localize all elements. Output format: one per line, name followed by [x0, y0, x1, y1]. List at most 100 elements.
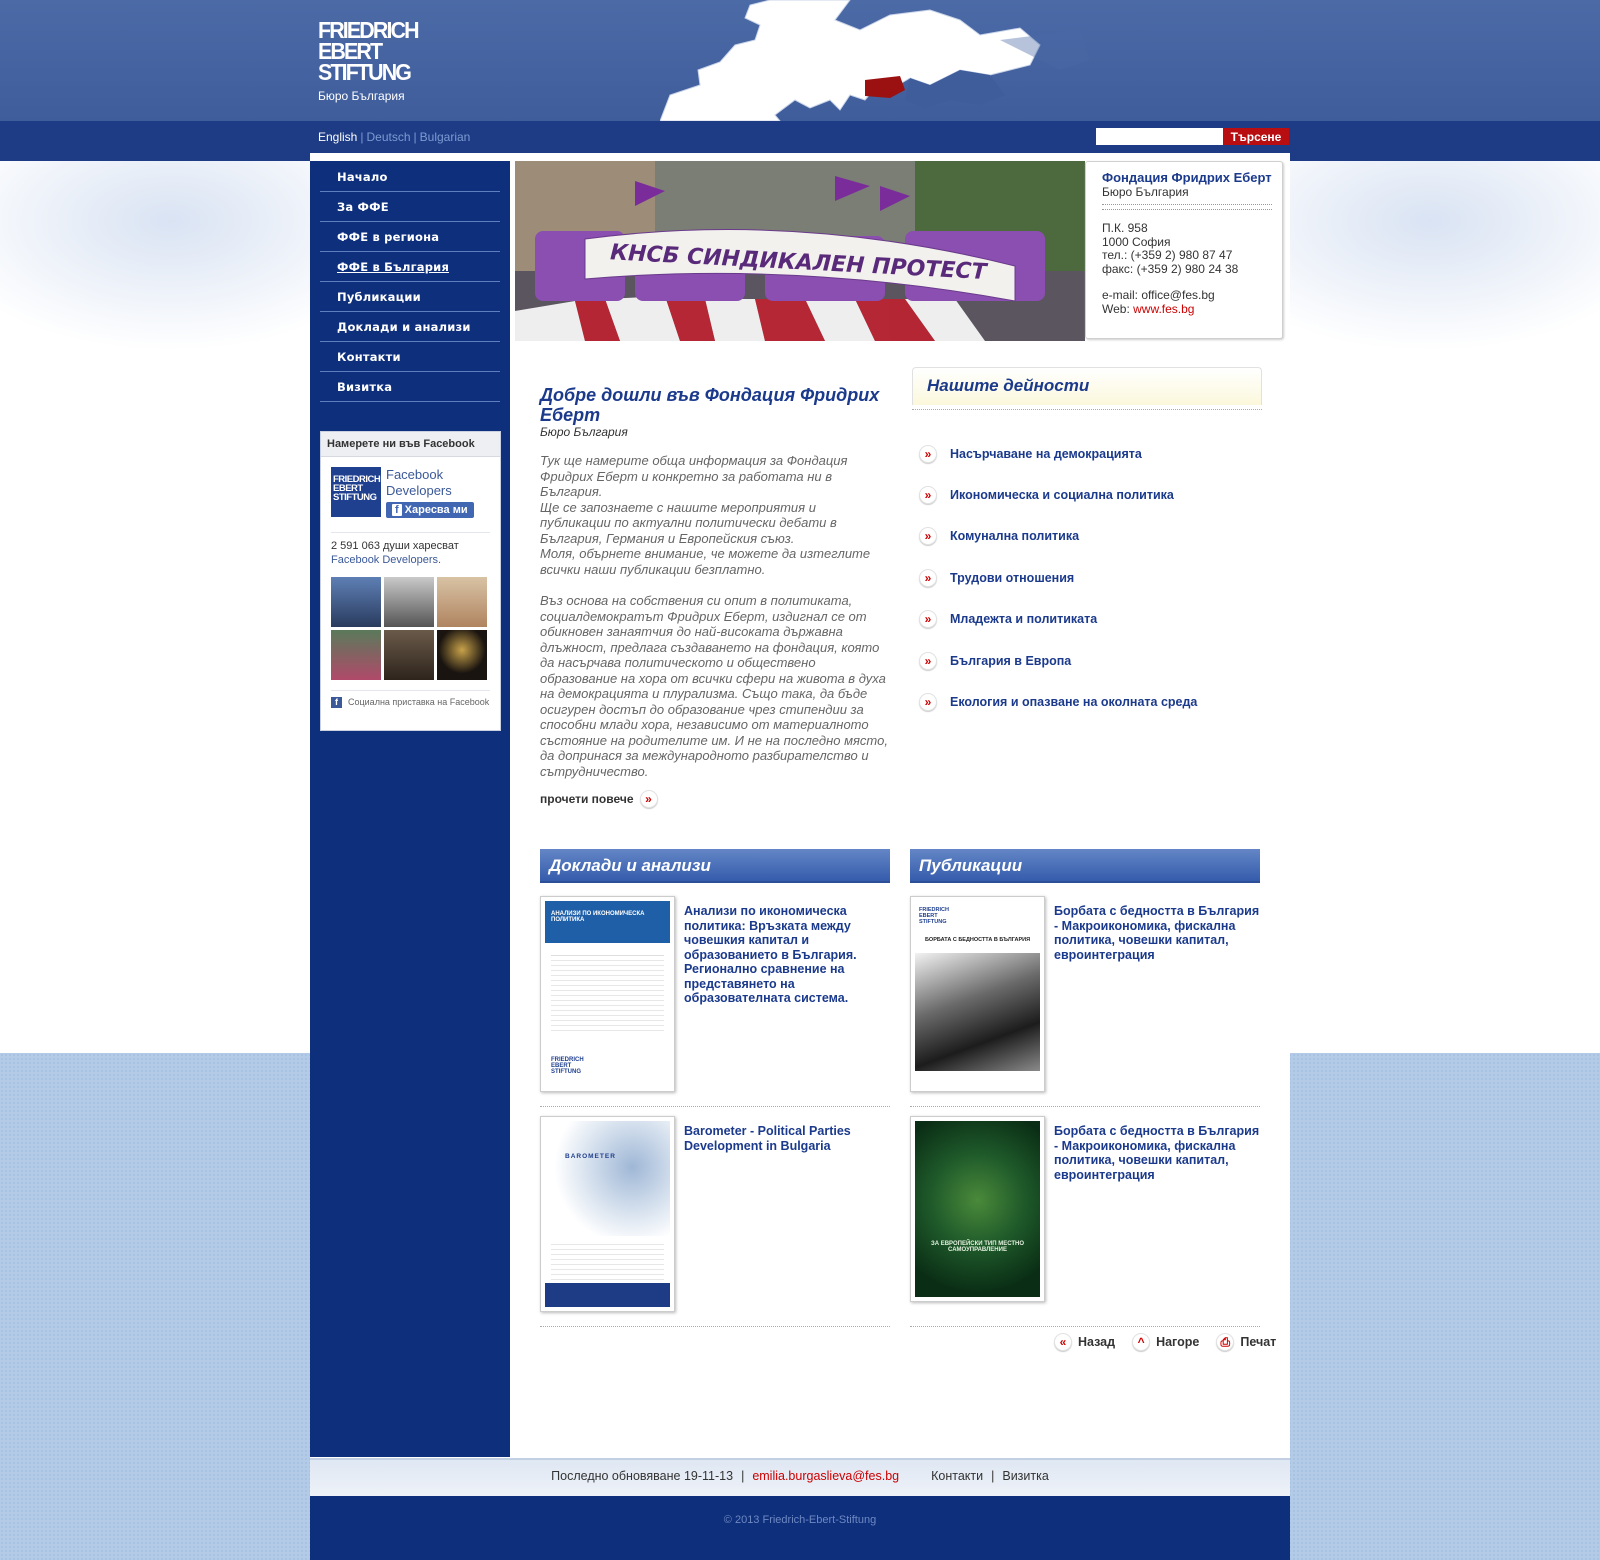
- facebook-face-avatar[interactable]: [437, 630, 487, 680]
- facebook-face-avatar[interactable]: [331, 577, 381, 627]
- publication-item[interactable]: FRIEDRICH EBERT STIFTUNG БОРБАТА С БЕДНОСТ…: [910, 896, 1260, 1092]
- top-link[interactable]: ^ Нагоре: [1132, 1333, 1199, 1351]
- back-link[interactable]: « Назад: [1054, 1333, 1115, 1351]
- print-link[interactable]: ⎙ Печат: [1216, 1333, 1276, 1351]
- facebook-count-link[interactable]: Facebook Developers.: [331, 554, 441, 566]
- facebook-face-avatar[interactable]: [331, 630, 381, 680]
- publication-cover-title: БОРБАТА С БЕДНОСТТА В БЪЛГАРИЯ: [924, 937, 1031, 943]
- contact-title: Фондация Фридрих Еберт: [1102, 170, 1272, 185]
- lang-bulgarian[interactable]: Bulgarian: [420, 130, 471, 144]
- publication-cover[interactable]: FRIEDRICH EBERT STIFTUNG БОРБАТА С БЕДНОСТ…: [910, 896, 1045, 1092]
- main-nav: Начало За ФФЕ ФФЕ в региона ФФЕ в Българ…: [320, 161, 500, 402]
- publication-cover[interactable]: ЗА ЕВРОПЕЙСКИ ТИП МЕСТНО САМОУПРАВЛЕНИЕ: [910, 1116, 1045, 1302]
- read-more-link[interactable]: прочети повече »: [540, 790, 658, 808]
- facebook-faces: [331, 577, 490, 680]
- facebook-face-avatar[interactable]: [384, 630, 434, 680]
- top-label: Нагоре: [1156, 1335, 1200, 1349]
- report-cover-logo: FRIEDRICH EBERT STIFTUNG: [551, 1057, 584, 1075]
- report-title[interactable]: Анализи по икономическа политика: Връзка…: [684, 904, 890, 1092]
- nav-item-bulgaria: ФФЕ в България: [320, 252, 500, 282]
- page-container: Начало За ФФЕ ФФЕ в региона ФФЕ в Българ…: [310, 153, 1290, 1560]
- report-item[interactable]: BAROMETER Barometer - Political Parties …: [540, 1116, 890, 1312]
- publication-title[interactable]: Борбата с бедността в България - Макроик…: [1054, 1124, 1260, 1302]
- facebook-icon: f: [331, 697, 342, 708]
- nav-link-reports[interactable]: Доклади и анализи: [337, 320, 471, 334]
- report-item[interactable]: АНАЛИЗИ ПО ИКОНОМИЧЕСКА ПОЛИТИКА FRIEDRI…: [540, 896, 890, 1092]
- facebook-like-count: 2 591 063 души харесват Facebook Develop…: [331, 532, 490, 567]
- welcome-section: Добре дошли във Фондация Фридрих Еберт Б…: [540, 385, 888, 779]
- lang-separator: |: [360, 130, 364, 144]
- contact-subtitle: Бюро България: [1102, 185, 1189, 199]
- publication-item[interactable]: ЗА ЕВРОПЕЙСКИ ТИП МЕСТНО САМОУПРАВЛЕНИЕ …: [910, 1116, 1260, 1302]
- nav-item-about: За ФФЕ: [320, 192, 500, 222]
- nav-item-home: Начало: [320, 162, 500, 192]
- facebook-plugin-text[interactable]: Социална приставка на Facebook: [348, 697, 489, 708]
- publication-title[interactable]: Борбата с бедността в България - Макроик…: [1054, 904, 1260, 1092]
- facebook-icon: f: [392, 504, 402, 516]
- nav-item-contacts: Контакти: [320, 342, 500, 372]
- activity-item[interactable]: » Насърчаване на демокрацията: [919, 433, 1197, 474]
- activity-label: Екология и опазване на околната среда: [950, 695, 1198, 710]
- europe-map: [660, 0, 1090, 121]
- nav-link-card[interactable]: Визитка: [337, 380, 392, 394]
- footer-separator: |: [741, 1469, 745, 1483]
- report-cover[interactable]: BAROMETER: [540, 1116, 675, 1312]
- footer-links: Последно обновяване 19-11-13 | emilia.burg…: [310, 1458, 1290, 1496]
- lang-deutsch[interactable]: Deutsch: [366, 130, 410, 144]
- chevron-right-icon: »: [639, 790, 658, 808]
- contact-web-link[interactable]: www.fes.bg: [1133, 302, 1194, 316]
- activity-item[interactable]: » Младежта и политиката: [919, 599, 1197, 640]
- activity-item[interactable]: » Комунална политика: [919, 516, 1197, 557]
- facebook-like-button[interactable]: f Харесва ми: [386, 502, 474, 518]
- nav-item-region: ФФЕ в региона: [320, 222, 500, 252]
- facebook-face-avatar[interactable]: [384, 577, 434, 627]
- activities-title: Нашите дейности: [912, 367, 1262, 405]
- footer-card-link[interactable]: Визитка: [1002, 1469, 1048, 1483]
- facebook-page-name[interactable]: Facebook Developers: [386, 467, 490, 499]
- publications-heading[interactable]: Публикации: [910, 849, 1260, 883]
- nav-link-about[interactable]: За ФФЕ: [337, 200, 389, 214]
- facebook-plugin-footer: f Социална приставка на Facebook: [331, 690, 490, 708]
- report-cover-body: [551, 1240, 664, 1280]
- search-input[interactable]: [1096, 128, 1223, 145]
- activities-list: » Насърчаване на демокрацията » Икономичес…: [919, 433, 1197, 723]
- facebook-face-avatar[interactable]: [437, 577, 487, 627]
- activity-item[interactable]: » България в Европа: [919, 640, 1197, 681]
- contact-divider: [1102, 204, 1272, 210]
- activity-label: България в Европа: [950, 653, 1072, 668]
- chevron-right-icon: »: [919, 486, 937, 505]
- chevron-right-icon: »: [919, 651, 937, 670]
- contact-card: Фондация Фридрих Еберт Бюро България П.К…: [1085, 161, 1283, 339]
- activity-label: Икономическа и социална политика: [950, 488, 1174, 503]
- nav-link-contacts[interactable]: Контакти: [337, 350, 401, 364]
- activity-item[interactable]: » Трудови отношения: [919, 557, 1197, 598]
- search-button[interactable]: Търсене: [1223, 128, 1289, 145]
- facebook-page-logo[interactable]: FRIEDRICH EBERT STIFTUNG: [331, 467, 381, 517]
- facebook-count-text: 2 591 063 души харесват: [331, 540, 459, 552]
- report-title[interactable]: Barometer - Political Parties Developmen…: [684, 1124, 890, 1312]
- report-cover-body: [551, 955, 664, 1035]
- chevron-right-icon: »: [919, 693, 937, 712]
- nav-link-bulgaria[interactable]: ФФЕ в България: [337, 260, 449, 274]
- nav-link-home[interactable]: Начало: [337, 170, 388, 184]
- activity-label: Насърчаване на демокрацията: [950, 446, 1142, 461]
- reports-heading[interactable]: Доклади и анализи: [540, 849, 890, 883]
- footer-contacts-link[interactable]: Контакти: [931, 1469, 983, 1483]
- contact-web-label: Web:: [1102, 301, 1134, 316]
- lang-english[interactable]: English: [318, 130, 357, 144]
- back-label: Назад: [1078, 1335, 1116, 1349]
- contact-web: Web: www.fes.bg: [1102, 301, 1282, 317]
- nav-link-publications[interactable]: Публикации: [337, 290, 421, 304]
- activity-item[interactable]: » Икономическа и социална политика: [919, 474, 1197, 515]
- report-cover[interactable]: АНАЛИЗИ ПО ИКОНОМИЧЕСКА ПОЛИТИКА FRIEDRI…: [540, 896, 675, 1092]
- nav-link-region[interactable]: ФФЕ в региона: [337, 230, 439, 244]
- read-more-label: прочети повече: [540, 792, 634, 806]
- footer-separator: |: [991, 1469, 995, 1483]
- chevron-up-icon: ^: [1132, 1333, 1151, 1351]
- footer-email-link[interactable]: emilia.burgaslieva@fes.bg: [752, 1469, 899, 1483]
- contact-fax: факс: (+359 2) 980 24 38: [1102, 261, 1239, 276]
- printer-icon: ⎙: [1216, 1333, 1235, 1351]
- activity-item[interactable]: » Екология и опазване на околната среда: [919, 681, 1197, 722]
- fes-logo[interactable]: FRIEDRICH EBERT STIFTUNG Бюро България: [318, 19, 438, 104]
- sidebar: Начало За ФФЕ ФФЕ в региона ФФЕ в Българ…: [310, 161, 510, 1457]
